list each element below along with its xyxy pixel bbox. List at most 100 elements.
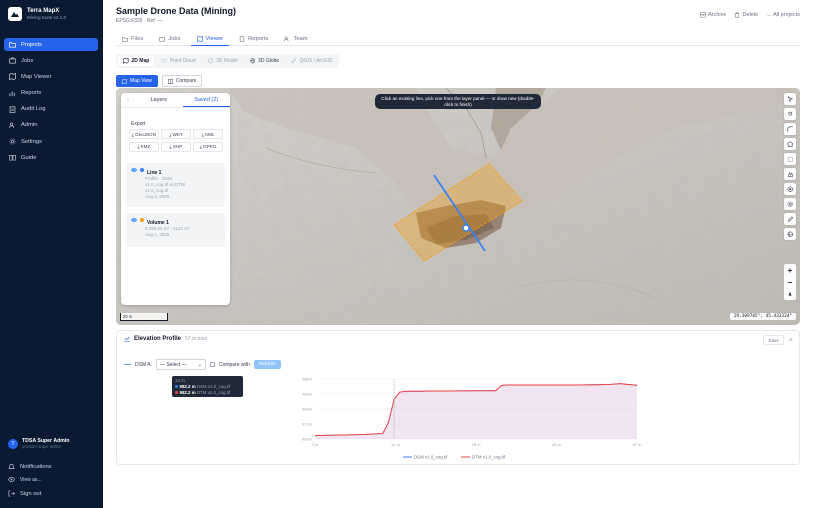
legend-label: DTM v1.0_cog.tif — [472, 455, 506, 460]
compare-button[interactable]: Compare — [161, 75, 203, 87]
tab-reports[interactable]: Reports — [233, 32, 274, 46]
app-subtitle: Mining Suite v2.1.0 — [27, 15, 67, 20]
export-gpkg-button[interactable]: ⤓ GPKG — [193, 141, 223, 152]
sidebar-item-projects[interactable]: Projects — [4, 38, 98, 51]
tab-saved[interactable]: Saved (2) — [182, 93, 230, 107]
view-mode-3d-model[interactable]: 3D Model — [203, 56, 243, 66]
tab-jobs[interactable]: Jobs — [153, 32, 186, 46]
elevation-profile-title: Elevation Profile — [134, 336, 182, 342]
visibility-toggle-icon[interactable] — [131, 218, 137, 222]
zoom-out-button[interactable]: − — [784, 276, 796, 288]
tooltip-value: 982.2 m — [179, 389, 196, 395]
view-mode-label: 3D Model — [216, 58, 238, 64]
tab-team[interactable]: Team — [278, 32, 313, 46]
export-shp-button[interactable]: ⤓ SHP — [161, 141, 191, 152]
globe-icon — [249, 58, 255, 64]
archive-button[interactable]: Archive — [700, 12, 726, 18]
volume-tool[interactable] — [784, 183, 796, 195]
tab-layers[interactable]: Layers — [135, 93, 183, 107]
export-geojson-button[interactable]: ⤓ GeoJSON — [129, 129, 159, 140]
tab-files[interactable]: Files — [116, 32, 149, 46]
sidebar-item-settings[interactable]: Settings — [4, 135, 98, 148]
visibility-toggle-icon[interactable] — [131, 168, 137, 172]
export-wkt-button[interactable]: ⤓ WKT — [161, 129, 191, 140]
view-mode-3d-globe[interactable]: 3D Globe — [245, 56, 285, 66]
layers-icon — [787, 186, 793, 192]
sidebar-item-label: Projects — [21, 41, 42, 48]
clipboard-icon — [9, 106, 16, 113]
map-icon — [122, 78, 127, 84]
sidebar-item-guide[interactable]: Guide — [4, 151, 98, 164]
view-mode-qgis[interactable]: QGIS / ArcGIS — [286, 56, 337, 66]
view-mode-label: 2D Map — [131, 58, 150, 64]
rectangle-tool[interactable] — [784, 153, 796, 165]
dsm-select[interactable]: — Select — ⌄ — [155, 359, 206, 370]
map-view-button[interactable]: Map View — [116, 75, 158, 87]
gear-icon — [9, 138, 16, 145]
sign-out-link[interactable]: Sign out — [8, 490, 41, 497]
map-canvas[interactable]: Click an existing line, pick one from th… — [116, 88, 800, 325]
measure-tool[interactable] — [784, 168, 796, 180]
sidebar-item-jobs[interactable]: Jobs — [4, 54, 98, 67]
sidebar-item-audit-log[interactable]: Audit Log — [4, 103, 98, 116]
settings-tool[interactable] — [784, 198, 796, 210]
map-icon — [196, 35, 203, 42]
elevation-profile-actions: Save × — [763, 335, 793, 345]
saved-item-line-1[interactable]: Line 1 Profile · DSM v1.0_cog.tif vs DTM… — [126, 163, 225, 207]
pencil-icon — [787, 216, 793, 222]
sidebar-item-map-viewer[interactable]: Map Viewer — [4, 70, 98, 83]
zoom-controls: + − — [784, 264, 796, 300]
profile-area — [315, 383, 637, 439]
view-mode-point-cloud[interactable]: Point Cloud — [156, 56, 200, 66]
edit-tool[interactable] — [784, 213, 796, 225]
sidebar-item-admin[interactable]: Admin — [4, 119, 98, 132]
save-profile-button[interactable]: Save — [763, 335, 784, 345]
elevation-profile-panel: Elevation Profile 57 m total Save × DSM … — [116, 330, 800, 465]
view-mode-2d-map[interactable]: 2D Map — [118, 56, 155, 66]
sidebar-item-label: Admin — [21, 122, 38, 129]
y-tick-label: 984m — [302, 392, 313, 397]
compare-label: Compare — [175, 78, 197, 84]
coordinate-readout: 29.309705°, 45.433324° — [729, 313, 796, 320]
folder-icon — [122, 37, 128, 42]
close-icon[interactable]: × — [789, 337, 793, 344]
zoom-in-button[interactable]: + — [784, 264, 796, 276]
export-kmz-button[interactable]: ⤓ KMZ — [129, 141, 159, 152]
user-profile[interactable]: T TDSA Super Admin provider super admin — [8, 438, 69, 449]
sidebar-item-label: Reports — [21, 90, 42, 97]
elevation-chart[interactable]: 986m 984m 983m 971m 965m0 m 14 m 28 m 43 m 57 m D… — [287, 373, 647, 463]
point-tool[interactable] — [784, 108, 796, 120]
notifications-link[interactable]: Notifications — [8, 463, 52, 470]
folder-icon — [9, 42, 16, 48]
sidebar-item-label: Jobs — [21, 57, 34, 64]
all-projects-link[interactable]: ← All projects — [766, 12, 800, 18]
line-tool[interactable] — [784, 123, 796, 135]
map-view-label: Map View — [130, 78, 152, 84]
view-mode-label: QGIS / ArcGIS — [299, 58, 333, 64]
sign-out-label: Sign out — [20, 490, 42, 497]
users-icon — [284, 36, 289, 42]
view-as-link[interactable]: View as... — [8, 476, 42, 483]
ruler-icon — [787, 171, 793, 177]
tab-viewer[interactable]: Viewer — [190, 32, 230, 46]
export-kml-button[interactable]: ⤓ KML — [193, 129, 223, 140]
basemap-tool[interactable] — [784, 228, 796, 240]
layer-color-swatch — [140, 168, 144, 172]
dsm-label: DSM A: — [135, 361, 152, 368]
elevation-profile-length: 57 m total — [185, 336, 207, 342]
tooltip-swatch — [175, 384, 178, 388]
tab-label: Files — [131, 36, 144, 42]
compare-checkbox[interactable] — [209, 362, 215, 367]
sidebar-item-reports[interactable]: Reports — [4, 87, 98, 100]
collapse-panel-button[interactable]: ‹ — [121, 93, 135, 107]
page-subtitle: EPSG:6326 · Ref: — — [116, 18, 163, 24]
refresh-button[interactable]: Refresh — [253, 360, 281, 369]
saved-item-volume-1[interactable]: Volume 1 8,395.65 m³ · 2121 m² Aug 4, 20… — [126, 213, 225, 247]
delete-label: Delete — [742, 12, 759, 18]
sidebar-item-label: Map Viewer — [21, 73, 52, 80]
delete-button[interactable]: Delete — [734, 12, 758, 18]
polygon-tool[interactable] — [784, 138, 796, 150]
compass-button[interactable] — [784, 288, 796, 300]
pointer-tool[interactable] — [784, 93, 796, 105]
map-hint-tooltip: Click an existing line, pick one from th… — [375, 94, 541, 109]
